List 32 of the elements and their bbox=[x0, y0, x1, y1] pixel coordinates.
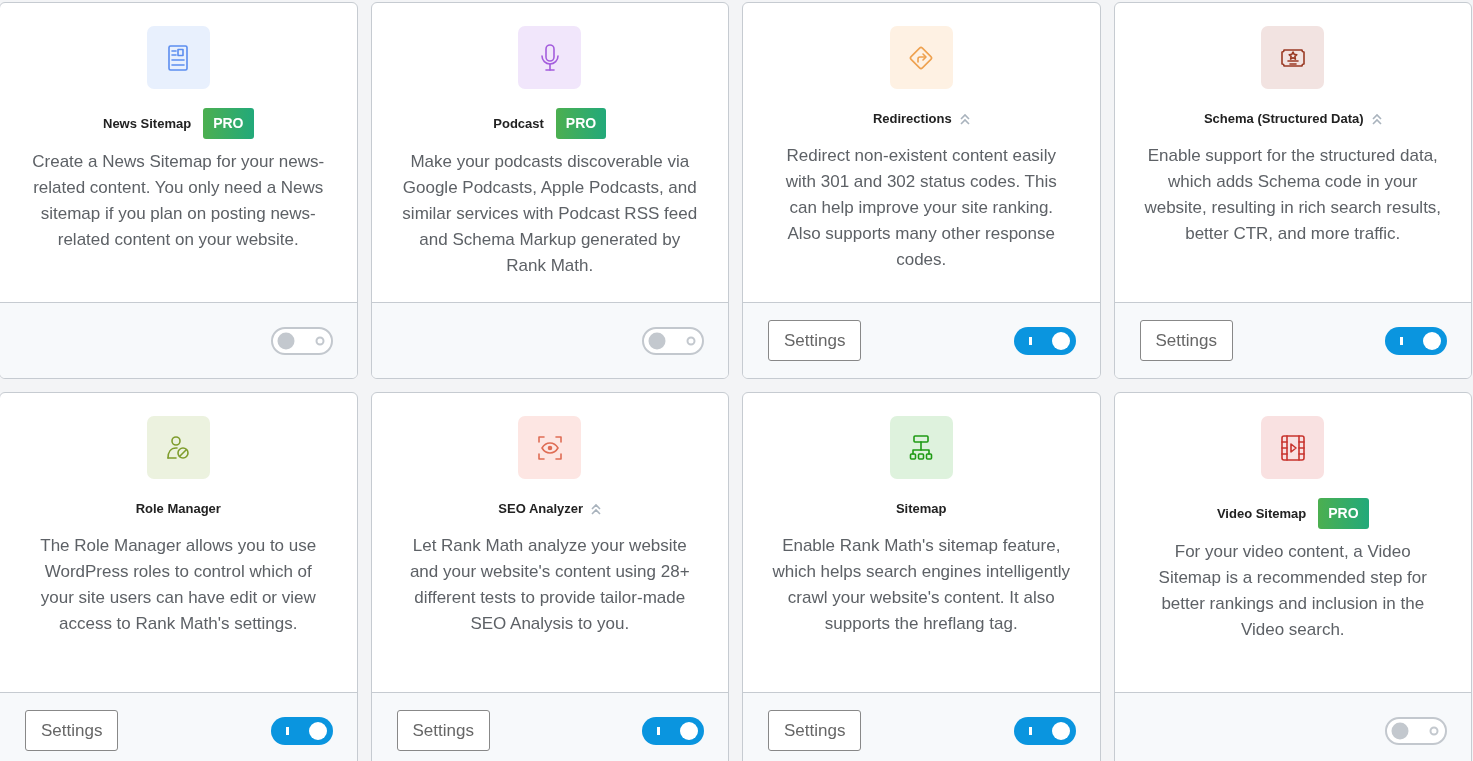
pro-label: PRO bbox=[1318, 498, 1369, 529]
toggle-switch[interactable] bbox=[1013, 326, 1076, 355]
module-description: For your video content, a Video Sitemap is a recommended step for better rankings and inclusion in the Video search. bbox=[1157, 541, 1428, 641]
toggle-switch[interactable] bbox=[642, 716, 704, 745]
pro-label: PRO bbox=[555, 108, 607, 139]
module-title: News Sitemap bbox=[103, 114, 192, 133]
module-description: The Role Manager allows you to use WordPress roles to control which of your site users can have edit or view access to Rank Math's settings. bbox=[39, 534, 318, 635]
toggle-switch[interactable] bbox=[270, 326, 333, 355]
toggle-switch[interactable] bbox=[642, 326, 704, 355]
module-description: Enable Rank Math's sitemap feature, which helps search engines intelligently crawl your website's content. It also supports the hreflang tag. bbox=[771, 534, 1072, 635]
toggle-switch[interactable] bbox=[1013, 716, 1076, 745]
toggle-switch[interactable] bbox=[270, 716, 333, 745]
module-description: Redirect non-existent content easily with 301 and 302 status codes. This can help improve your site ranking. Also supports many other response codes. bbox=[784, 144, 1058, 271]
settings-button[interactable]: Settings bbox=[768, 319, 862, 362]
pro-label: PRO bbox=[203, 108, 254, 139]
module-description: Enable support for the structured data, which adds Schema code in your website, resulting in rich search results, better CTR, and more traffic. bbox=[1143, 144, 1443, 245]
module-title: Sitemap bbox=[895, 500, 947, 518]
toggle-switch[interactable] bbox=[1385, 716, 1447, 745]
module-title: Role Manager bbox=[135, 500, 221, 518]
module-title: Schema (Structured Data) bbox=[1203, 110, 1364, 128]
module-description: Make your podcasts discoverable via Google Podcasts, Apple Podcasts, and similar services with Podcast RSS feed and Schema Markup generated by Rank Math. bbox=[401, 151, 699, 277]
module-title: Podcast bbox=[493, 114, 544, 133]
settings-button[interactable]: Settings bbox=[396, 709, 490, 752]
settings-button[interactable]: Settings bbox=[25, 709, 119, 752]
module-description: Create a News Sitemap for your news-related content. You only need a News sitemap if you plan on posting news-related content on your website. bbox=[31, 151, 326, 251]
module-description: Let Rank Math analyze your website and your website's content using 28+ different tests to provide tailor-made SEO Analysis to you. bbox=[408, 534, 691, 635]
module-title: Video Sitemap bbox=[1216, 504, 1307, 523]
settings-button[interactable]: Settings bbox=[1139, 319, 1233, 362]
settings-button[interactable]: Settings bbox=[768, 709, 862, 752]
module-title: Redirections bbox=[872, 110, 952, 128]
toggle-switch[interactable] bbox=[1385, 326, 1447, 355]
module-title: SEO Analyzer bbox=[498, 500, 584, 518]
